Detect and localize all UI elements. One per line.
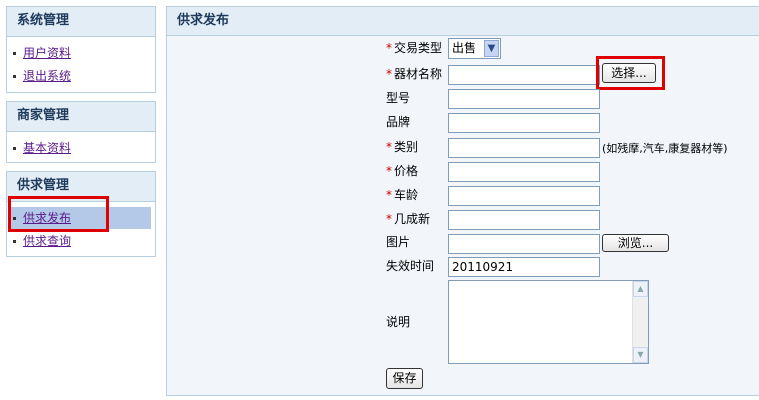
sidebar-link-query[interactable]: 供求查询 <box>23 234 71 248</box>
section-title-merchant: 商家管理 <box>7 102 155 132</box>
scroll-up-icon[interactable]: ▲ <box>633 281 648 297</box>
required-mark: * <box>386 212 392 226</box>
sidebar-panel-supply: 供求管理 供求发布 供求查询 <box>6 171 156 257</box>
section-title-system: 系统管理 <box>7 7 155 37</box>
required-mark: * <box>386 67 392 81</box>
chevron-down-icon[interactable]: ▼ <box>484 40 499 57</box>
sidebar-panel-merchant: 商家管理 基本资料 <box>6 101 156 163</box>
image-file-field[interactable] <box>448 234 600 254</box>
trade-type-value: 出售 <box>452 41 477 55</box>
required-mark: * <box>386 41 392 55</box>
trade-type-label: * 交易类型 <box>386 41 443 55</box>
description-label: 说明 <box>386 315 411 329</box>
equipment-name-label: * 器材名称 <box>386 67 443 81</box>
trade-type-select[interactable]: 出售 ▼ <box>448 38 501 59</box>
bullet-icon <box>13 52 16 55</box>
description-textarea[interactable]: ▲ ▼ <box>448 280 649 364</box>
vehicle-age-label: * 车龄 <box>386 188 419 202</box>
equipment-name-field[interactable] <box>448 65 600 85</box>
category-label: * 类别 <box>386 140 419 154</box>
condition-field[interactable] <box>448 210 600 230</box>
category-field[interactable] <box>448 138 600 158</box>
sidebar-panel-system: 系统管理 用户资料 退出系统 <box>6 6 156 93</box>
sidebar-item-basic-info[interactable]: 基本资料 <box>11 137 151 159</box>
sidebar-link-logout[interactable]: 退出系统 <box>23 69 71 83</box>
section-title-supply: 供求管理 <box>7 172 155 202</box>
brand-label: 品牌 <box>386 115 411 129</box>
brand-field[interactable] <box>448 113 600 133</box>
condition-label: * 几成新 <box>386 212 431 226</box>
sidebar-item-query[interactable]: 供求查询 <box>11 230 151 252</box>
expiry-field[interactable] <box>448 257 600 277</box>
sidebar-item-logout[interactable]: 退出系统 <box>11 65 151 87</box>
sidebar-item-publish[interactable]: 供求发布 <box>11 207 151 229</box>
bullet-icon <box>13 240 16 243</box>
required-mark: * <box>386 164 392 178</box>
expiry-label: 失效时间 <box>386 259 435 273</box>
price-label: * 价格 <box>386 164 419 178</box>
required-mark: * <box>386 188 392 202</box>
model-field[interactable] <box>448 89 600 109</box>
browse-button[interactable]: 浏览... <box>602 234 669 252</box>
bullet-icon <box>13 75 16 78</box>
bullet-icon <box>13 217 16 220</box>
sidebar-item-user-profile[interactable]: 用户资料 <box>11 42 151 64</box>
scroll-down-icon[interactable]: ▼ <box>633 347 648 363</box>
save-button[interactable]: 保存 <box>386 368 423 389</box>
image-label: 图片 <box>386 235 411 249</box>
page-title: 供求发布 <box>167 7 759 36</box>
required-mark: * <box>386 140 392 154</box>
sidebar-link-basic-info[interactable]: 基本资料 <box>23 141 71 155</box>
sidebar-link-publish[interactable]: 供求发布 <box>23 211 71 225</box>
sidebar-link-user-profile[interactable]: 用户资料 <box>23 46 71 60</box>
textarea-scrollbar[interactable]: ▲ ▼ <box>632 281 648 363</box>
price-field[interactable] <box>448 162 600 182</box>
select-button[interactable]: 选择... <box>602 63 656 83</box>
category-hint: (如残摩,汽车,康复器材等) <box>602 142 728 155</box>
model-label: 型号 <box>386 91 411 105</box>
vehicle-age-field[interactable] <box>448 186 600 206</box>
bullet-icon <box>13 147 16 150</box>
